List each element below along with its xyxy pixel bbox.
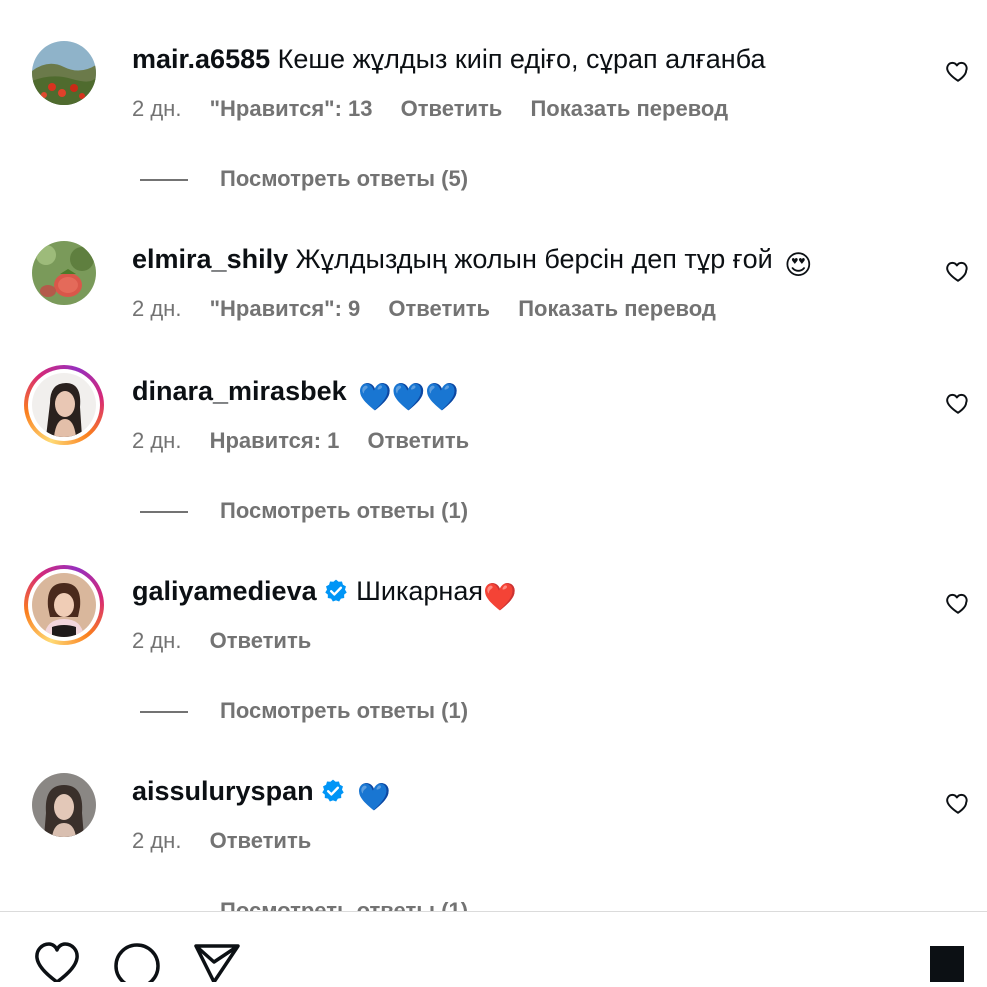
portrait-avatar-icon	[32, 573, 96, 637]
avatar[interactable]	[32, 773, 96, 837]
view-replies-button[interactable]: Посмотреть ответы (1)	[140, 696, 468, 726]
username[interactable]: elmira_shily	[132, 244, 288, 274]
replies-line	[140, 511, 188, 514]
translate-button[interactable]: Показать перевод	[518, 296, 716, 321]
username[interactable]: aissuluryspan	[132, 776, 314, 806]
view-replies-label: Посмотреть ответы (1)	[220, 698, 469, 723]
bookmark-icon[interactable]	[928, 942, 966, 987]
verified-badge-icon	[324, 579, 347, 602]
heart-icon[interactable]	[32, 942, 82, 987]
comments-list: mair.a6585 Кеше жұлдыз киіп едіғо, сұрап…	[0, 0, 987, 912]
comment-text: galiyamedieva Шикарная❤️	[132, 573, 517, 615]
replies-line	[140, 711, 188, 714]
emoji: 😍	[784, 250, 813, 280]
reply-button[interactable]: Ответить	[368, 428, 470, 453]
comment-meta: 2 дн. Ответить	[132, 626, 333, 656]
comment-text: mair.a6585 Кеше жұлдыз киіп едіғо, сұрап…	[132, 41, 766, 77]
username[interactable]: dinara_mirasbek	[132, 376, 347, 406]
like-heart-icon[interactable]	[945, 58, 971, 84]
comment-meta: 2 дн. "Нравится": 9 Ответить Показать пе…	[132, 294, 738, 324]
emoji: ❤️	[482, 582, 517, 612]
like-heart-icon[interactable]	[945, 790, 971, 816]
reply-button[interactable]: Ответить	[210, 828, 312, 853]
reply-button[interactable]: Ответить	[388, 296, 490, 321]
portrait-avatar-icon	[32, 373, 96, 437]
share-icon[interactable]	[192, 942, 242, 987]
comment-text: aissuluryspan 💙	[132, 773, 391, 815]
portrait-avatar-icon	[32, 773, 96, 837]
avatar[interactable]	[24, 365, 104, 445]
likes-count[interactable]: "Нравится": 13	[210, 96, 373, 121]
verified-badge-icon	[321, 779, 344, 802]
avatar[interactable]	[32, 41, 96, 105]
strawberry-avatar-icon	[32, 241, 96, 305]
comment-text: dinara_mirasbek 💙💙💙	[132, 373, 459, 415]
avatar[interactable]	[24, 565, 104, 645]
comment-meta: 2 дн. Ответить	[132, 826, 333, 856]
reply-button[interactable]: Ответить	[210, 628, 312, 653]
post-action-bar	[0, 911, 987, 987]
like-heart-icon[interactable]	[945, 258, 971, 284]
avatar[interactable]	[32, 241, 96, 305]
comment-meta: 2 дн. Нравится: 1 Ответить	[132, 426, 491, 456]
likes-count[interactable]: "Нравится": 9	[210, 296, 361, 321]
comment-body: Кеше жұлдыз киіп едіғо, сұрап алғанба	[277, 44, 766, 74]
comment-time[interactable]: 2 дн.	[132, 296, 181, 321]
like-heart-icon[interactable]	[945, 590, 971, 616]
comment-body: Шикарная	[356, 576, 483, 606]
emoji: 💙💙💙	[358, 382, 459, 412]
emoji: 💙	[357, 782, 391, 812]
comment-time[interactable]: 2 дн.	[132, 628, 181, 653]
likes-count[interactable]: Нравится: 1	[210, 428, 340, 453]
comment-text: elmira_shily Жұлдыздың жолын берсін деп …	[132, 241, 812, 283]
username[interactable]: mair.a6585	[132, 44, 270, 74]
replies-line	[140, 179, 188, 182]
like-heart-icon[interactable]	[945, 390, 971, 416]
view-replies-button[interactable]: Посмотреть ответы (1)	[140, 896, 468, 912]
comment-time[interactable]: 2 дн.	[132, 428, 181, 453]
comment-body: Жұлдыздың жолын берсін деп тұр ғой	[295, 244, 773, 274]
comment-time[interactable]: 2 дн.	[132, 96, 181, 121]
view-replies-button[interactable]: Посмотреть ответы (5)	[140, 164, 468, 194]
landscape-avatar-icon	[32, 41, 96, 105]
reply-button[interactable]: Ответить	[401, 96, 503, 121]
username[interactable]: galiyamedieva	[132, 576, 317, 606]
view-replies-label: Посмотреть ответы (1)	[220, 498, 469, 523]
view-replies-label: Посмотреть ответы (1)	[220, 898, 469, 912]
view-replies-label: Посмотреть ответы (5)	[220, 166, 469, 191]
comment-icon[interactable]	[112, 942, 162, 987]
comment-time[interactable]: 2 дн.	[132, 828, 181, 853]
comment-meta: 2 дн. "Нравится": 13 Ответить Показать п…	[132, 94, 750, 124]
translate-button[interactable]: Показать перевод	[530, 96, 728, 121]
view-replies-button[interactable]: Посмотреть ответы (1)	[140, 496, 468, 526]
